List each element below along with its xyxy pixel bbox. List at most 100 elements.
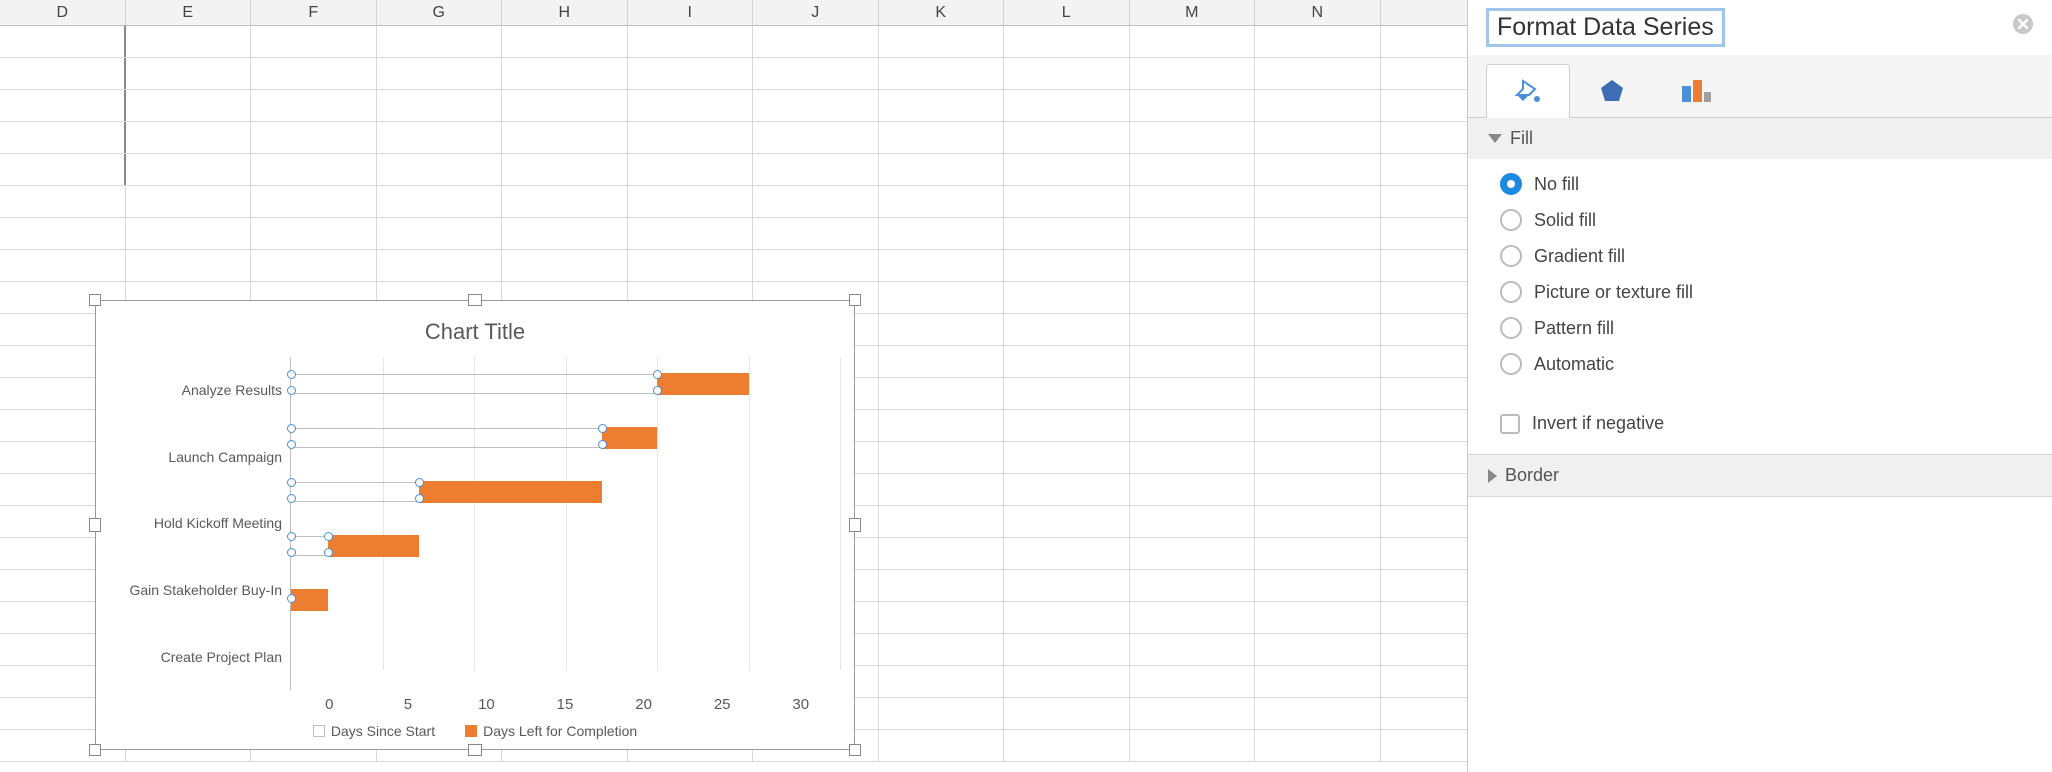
column-header-I[interactable]: I: [628, 0, 754, 25]
cell[interactable]: [251, 58, 377, 89]
bar-group[interactable]: [291, 573, 840, 627]
close-icon[interactable]: [2012, 13, 2034, 42]
cell[interactable]: [0, 250, 126, 281]
cell[interactable]: [502, 154, 628, 185]
cell[interactable]: [377, 250, 503, 281]
cell[interactable]: [753, 154, 879, 185]
column-header-D[interactable]: D: [0, 0, 126, 25]
data-point-handle[interactable]: [324, 532, 333, 541]
cell[interactable]: [879, 314, 1005, 345]
cell[interactable]: [628, 250, 754, 281]
cell[interactable]: [1130, 474, 1256, 505]
bar-group[interactable]: [291, 411, 840, 465]
cell[interactable]: [1255, 122, 1381, 153]
cell[interactable]: [502, 122, 628, 153]
cell[interactable]: [628, 90, 754, 121]
cell[interactable]: [1130, 58, 1256, 89]
cell[interactable]: [1255, 26, 1381, 57]
data-point-handle[interactable]: [324, 548, 333, 557]
fill-option-automatic[interactable]: Automatic: [1500, 353, 2020, 375]
cell[interactable]: [251, 250, 377, 281]
resize-handle-tm[interactable]: [468, 294, 482, 306]
cell[interactable]: [879, 250, 1005, 281]
cell[interactable]: [1004, 602, 1130, 633]
cell[interactable]: [1130, 282, 1256, 313]
cell[interactable]: [251, 154, 377, 185]
column-header-N[interactable]: N: [1255, 0, 1381, 25]
embedded-chart[interactable]: Chart Title Analyze ResultsLaunch Campai…: [95, 300, 855, 750]
column-header-E[interactable]: E: [126, 0, 252, 25]
cell[interactable]: [1004, 26, 1130, 57]
resize-handle-ml[interactable]: [89, 518, 101, 532]
cell[interactable]: [1255, 282, 1381, 313]
fill-option-solid[interactable]: Solid fill: [1500, 209, 2020, 231]
invert-if-negative-checkbox[interactable]: Invert if negative: [1500, 413, 2020, 434]
cell[interactable]: [879, 282, 1005, 313]
cell[interactable]: [1255, 90, 1381, 121]
cell[interactable]: [879, 26, 1005, 57]
cell[interactable]: [1004, 538, 1130, 569]
cell[interactable]: [377, 154, 503, 185]
cell[interactable]: [126, 218, 252, 249]
bar-segment-series1[interactable]: [291, 482, 419, 502]
cell[interactable]: [879, 378, 1005, 409]
cell[interactable]: [1130, 538, 1256, 569]
column-header-F[interactable]: F: [251, 0, 377, 25]
cell[interactable]: [879, 410, 1005, 441]
cell[interactable]: [1130, 730, 1256, 761]
cell[interactable]: [879, 90, 1005, 121]
cell[interactable]: [753, 218, 879, 249]
fill-option-pattern[interactable]: Pattern fill: [1500, 317, 2020, 339]
resize-handle-bm[interactable]: [468, 744, 482, 756]
cell[interactable]: [879, 122, 1005, 153]
bar-segment-series1[interactable]: [291, 428, 602, 448]
cell[interactable]: [879, 666, 1005, 697]
cell[interactable]: [879, 474, 1005, 505]
cell[interactable]: [1130, 602, 1256, 633]
bar-segment-series2[interactable]: [602, 427, 657, 449]
cell[interactable]: [628, 26, 754, 57]
cell[interactable]: [879, 634, 1005, 665]
border-section-header[interactable]: Border: [1468, 455, 2052, 496]
chart-title[interactable]: Chart Title: [110, 319, 840, 345]
cell[interactable]: [1255, 698, 1381, 729]
cell[interactable]: [251, 90, 377, 121]
cell[interactable]: [1255, 570, 1381, 601]
cell[interactable]: [251, 218, 377, 249]
column-header-K[interactable]: K: [879, 0, 1005, 25]
cell[interactable]: [1130, 26, 1256, 57]
cell[interactable]: [126, 26, 252, 57]
tab-effects[interactable]: [1570, 63, 1654, 117]
data-point-handle[interactable]: [287, 532, 296, 541]
fill-section-header[interactable]: Fill: [1468, 118, 2052, 159]
data-point-handle[interactable]: [287, 478, 296, 487]
cell[interactable]: [879, 506, 1005, 537]
fill-option-no-fill[interactable]: No fill: [1500, 173, 2020, 195]
cell[interactable]: [126, 122, 252, 153]
cell[interactable]: [1255, 634, 1381, 665]
data-point-handle[interactable]: [653, 370, 662, 379]
cell[interactable]: [1130, 442, 1256, 473]
cell[interactable]: [126, 186, 252, 217]
data-point-handle[interactable]: [287, 494, 296, 503]
cell[interactable]: [377, 58, 503, 89]
cell[interactable]: [377, 218, 503, 249]
tab-fill-line[interactable]: [1486, 64, 1570, 118]
cell[interactable]: [753, 122, 879, 153]
legend-item-2[interactable]: Days Left for Completion: [465, 723, 637, 739]
resize-handle-tl[interactable]: [89, 294, 101, 306]
cell[interactable]: [879, 154, 1005, 185]
cell[interactable]: [1004, 346, 1130, 377]
cell[interactable]: [0, 58, 126, 89]
cell[interactable]: [753, 250, 879, 281]
cell[interactable]: [879, 602, 1005, 633]
cell[interactable]: [1004, 442, 1130, 473]
cell[interactable]: [1255, 506, 1381, 537]
cell[interactable]: [753, 58, 879, 89]
data-point-handle[interactable]: [287, 440, 296, 449]
data-point-handle[interactable]: [287, 370, 296, 379]
cell[interactable]: [126, 90, 252, 121]
column-header-G[interactable]: G: [377, 0, 503, 25]
cell[interactable]: [126, 58, 252, 89]
cell[interactable]: [1004, 218, 1130, 249]
